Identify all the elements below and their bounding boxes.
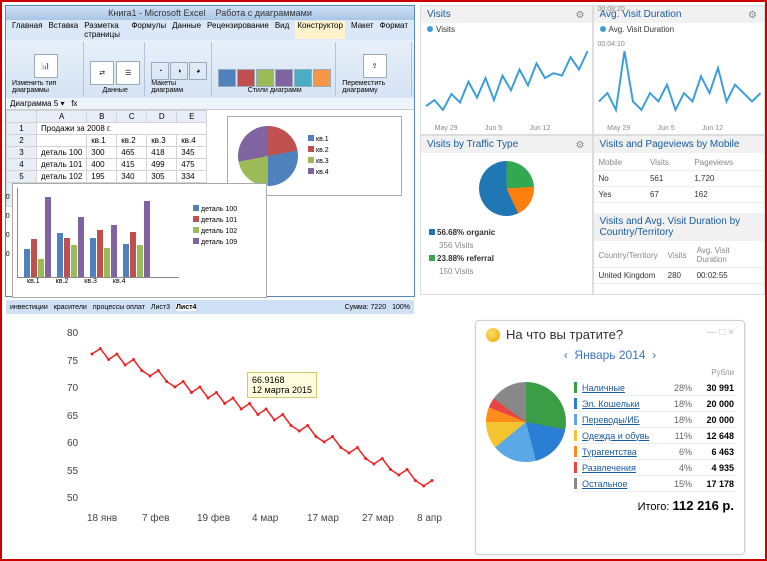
- zoom[interactable]: 100%: [392, 304, 410, 311]
- tab[interactable]: Макет: [351, 21, 374, 39]
- widget-title: На что вы тратите?: [486, 327, 707, 342]
- expense-row[interactable]: Турагентства6%6 463: [574, 444, 734, 460]
- ribbon-label: Данные: [103, 87, 128, 94]
- bar-chart: 0200400600800: [17, 188, 179, 278]
- coin-icon: [486, 328, 500, 342]
- ribbon-label: Переместить диаграмму: [342, 80, 407, 94]
- style-preset[interactable]: [313, 69, 331, 87]
- country-table: Country/TerritoryVisitsAvg. Visit Durati…: [594, 243, 765, 284]
- tab[interactable]: Вид: [275, 21, 289, 39]
- total-row: Итого: 112 216 р.: [574, 498, 734, 513]
- ribbon-styles-group: Стили диаграмм: [214, 42, 336, 96]
- tab[interactable]: Формулы: [131, 21, 166, 39]
- tab[interactable]: Вставка: [48, 21, 78, 39]
- bar-chart-object[interactable]: 0200400600800 кв.1кв.2кв.3кв.4 деталь 10…: [12, 183, 267, 298]
- expense-pie: [486, 382, 566, 462]
- pie-legend: кв.1 кв.2 кв.3 кв.4: [308, 134, 329, 178]
- gear-icon[interactable]: ⚙: [748, 10, 758, 20]
- grid-area: ABCDE 1Продажи за 2008 г. 2кв.1кв.2кв.3к…: [6, 110, 414, 314]
- mobile-table: MobileVisitsPageviews No5611,720 Yes6716…: [594, 155, 765, 203]
- style-preset[interactable]: [256, 69, 274, 87]
- ribbon: 📊 Изменить тип диаграммы ⇄ ☰ Данные ◔ ◑ …: [6, 40, 414, 98]
- pie-chart: [238, 126, 298, 186]
- sheet-tab[interactable]: красители: [54, 304, 87, 311]
- currency-label: Рубли: [574, 368, 734, 377]
- gear-icon[interactable]: ⚙: [576, 140, 586, 150]
- traffic-legend: 56.68% organic 356 Visits 23.88% referra…: [421, 224, 592, 280]
- expense-row[interactable]: Остальное15%17 178: [574, 476, 734, 492]
- sheet-tab-active[interactable]: Лист4: [176, 304, 196, 311]
- duration-sparkline: [594, 36, 765, 125]
- price-line-chart: 50556065707580 18 янв7 фев19 фев4 мар17 …: [72, 324, 447, 524]
- chevron-left-icon[interactable]: ‹: [564, 348, 568, 362]
- move-chart-icon[interactable]: ⇪: [363, 54, 387, 78]
- traffic-card: Visits by Traffic Type ⚙ 56.68% organic 3…: [420, 135, 593, 295]
- name-box[interactable]: Диаграмма 5: [10, 99, 58, 108]
- tab[interactable]: Рецензирование: [207, 21, 269, 39]
- expense-row[interactable]: Одежда и обувь11%12 648: [574, 428, 734, 444]
- ribbon-type-group: 📊 Изменить тип диаграммы: [8, 42, 84, 96]
- tab[interactable]: Разметка страницы: [84, 21, 125, 39]
- tab-active[interactable]: Конструктор: [295, 21, 345, 39]
- layout-preset[interactable]: ◑: [170, 62, 188, 80]
- select-data-icon[interactable]: ☰: [116, 61, 140, 85]
- card-title: Visits by Traffic Type: [427, 139, 518, 150]
- card-title: Visits and Avg. Visit Duration by Countr…: [600, 216, 759, 238]
- ribbon-label: Макеты диаграмм: [151, 80, 207, 94]
- layout-preset[interactable]: ◕: [189, 62, 207, 80]
- sheet-tab[interactable]: Лист3: [151, 304, 170, 311]
- change-chart-type-icon[interactable]: 📊: [34, 54, 58, 78]
- ribbon-label: Изменить тип диаграммы: [12, 80, 79, 94]
- layout-preset[interactable]: ◔: [151, 62, 169, 80]
- name-box-row: Диаграмма 5 ▾ fx: [6, 98, 414, 110]
- style-preset[interactable]: [275, 69, 293, 87]
- sheet-tab[interactable]: инвестиции: [10, 304, 48, 311]
- expense-row[interactable]: Эл. Кошельки18%20 000: [574, 396, 734, 412]
- style-preset[interactable]: [237, 69, 255, 87]
- expense-row[interactable]: Развлечения4%4 935: [574, 460, 734, 476]
- ribbon-data-group: ⇄ ☰ Данные: [86, 42, 145, 96]
- ribbon-layouts-group: ◔ ◑ ◕ Макеты диаграмм: [147, 42, 212, 96]
- status-bar: инвестиции красители процессы оплат Лист…: [6, 300, 414, 314]
- legend: Visits: [436, 25, 455, 34]
- card-title: Visits: [427, 9, 451, 20]
- sheet-tab[interactable]: процессы оплат: [93, 304, 145, 311]
- ribbon-move-group: ⇪ Переместить диаграмму: [338, 42, 412, 96]
- month-selector[interactable]: ‹ Январь 2014 ›: [486, 348, 734, 362]
- expense-row[interactable]: Переводы/ИБ18%20 000: [574, 412, 734, 428]
- bar-legend: деталь 100деталь 101деталь 102деталь 109: [193, 204, 237, 297]
- traffic-pie: [479, 161, 534, 216]
- duration-card: Avg. Visit Duration⚙ Avg. Visit Duration…: [593, 5, 766, 135]
- ribbon-tabs: Главная Вставка Разметка страницы Формул…: [6, 20, 414, 40]
- chevron-right-icon[interactable]: ›: [652, 348, 656, 362]
- status-sum: Сумма: 7220: [345, 304, 386, 311]
- excel-window: Книга1 - Microsoft Excel Работа с диагра…: [5, 5, 415, 297]
- gear-icon[interactable]: ⚙: [576, 10, 586, 20]
- analytics-dashboard: Visits⚙ Visits May 29Jun 5Jun 12 Avg. Vi…: [420, 5, 765, 297]
- expense-widget: — □ × На что вы тратите? ‹ Январь 2014 ›…: [475, 320, 745, 555]
- tab[interactable]: Формат: [380, 21, 408, 39]
- expense-row[interactable]: Наличные28%30 991: [574, 380, 734, 396]
- visits-sparkline: [421, 36, 592, 125]
- window-controls[interactable]: — □ ×: [707, 327, 734, 338]
- style-preset[interactable]: [294, 69, 312, 87]
- visits-card: Visits⚙ Visits May 29Jun 5Jun 12: [420, 5, 593, 135]
- ribbon-label: Стили диаграмм: [248, 87, 302, 94]
- switch-rowcol-icon[interactable]: ⇄: [90, 61, 114, 85]
- table-title: Продажи за 2008 г.: [37, 123, 207, 135]
- tooltip: 66.916812 марта 2015: [247, 372, 317, 398]
- style-preset[interactable]: [218, 69, 236, 87]
- window-title: Книга1 - Microsoft Excel Работа с диагра…: [6, 6, 414, 20]
- tab[interactable]: Данные: [172, 21, 201, 39]
- expense-list: Рубли Наличные28%30 991Эл. Кошельки18%20…: [574, 368, 734, 513]
- mobile-card: Visits and Pageviews by Mobile MobileVis…: [593, 135, 766, 295]
- card-title: Visits and Pageviews by Mobile: [600, 139, 740, 150]
- tab[interactable]: Главная: [12, 21, 42, 39]
